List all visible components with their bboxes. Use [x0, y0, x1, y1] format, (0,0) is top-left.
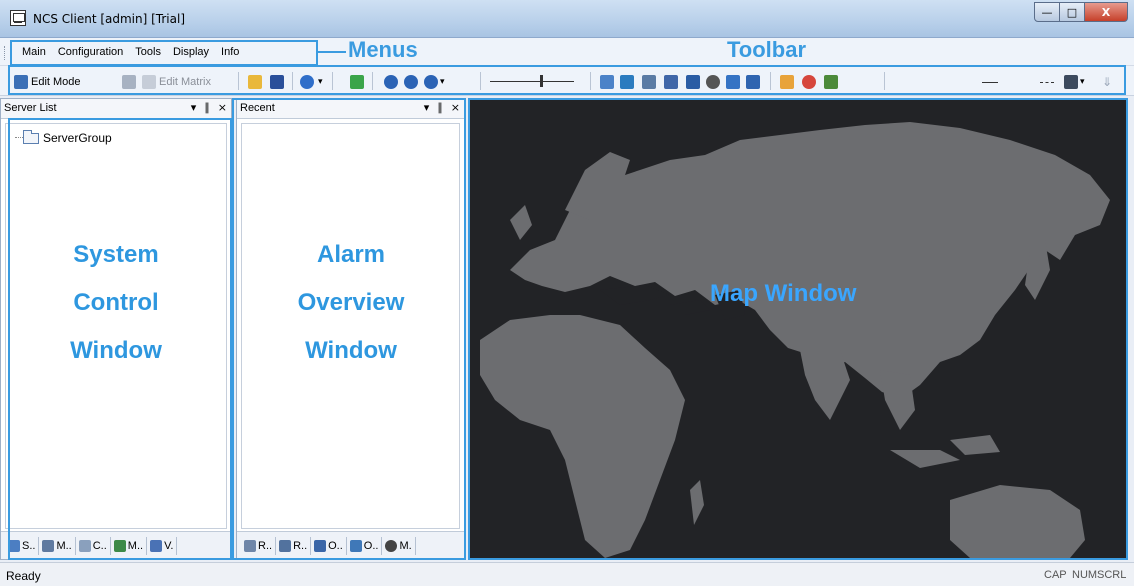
help-icon: [300, 75, 314, 89]
arrow-down-icon: ⇓: [1102, 75, 1113, 89]
shield-button[interactable]: [706, 74, 720, 90]
binoculars-icon: [1064, 75, 1078, 89]
toolbar-separator: [590, 72, 591, 90]
toolbar-separator: [372, 72, 373, 90]
find-dropdown-icon: ▾: [1080, 77, 1085, 87]
alarm-overview-highlight-box: [232, 98, 466, 560]
shield-icon: [706, 75, 720, 89]
scroll-indicator: SCRL: [1097, 569, 1127, 581]
status-text: Ready: [6, 569, 41, 583]
save-button[interactable]: [270, 74, 284, 90]
folder-alarm-button[interactable]: [780, 74, 794, 90]
zoom-in-button[interactable]: [384, 74, 398, 90]
stack-button[interactable]: [686, 74, 700, 90]
toggle-icon: [122, 75, 136, 89]
zoom-in-icon: [384, 75, 398, 89]
toolbar-separator: [332, 72, 333, 90]
edit-mode-icon: [14, 75, 28, 89]
window-title: NCS Client [admin] [Trial]: [33, 12, 186, 26]
route-icon: [600, 75, 614, 89]
toolbar-annotation: Toolbar: [727, 37, 807, 62]
save-icon: [270, 75, 284, 89]
pin-icon[interactable]: ∥: [204, 101, 210, 114]
pointer-icon: [350, 75, 364, 89]
check-shield-button[interactable]: [802, 74, 816, 90]
pointer-button[interactable]: [350, 74, 364, 90]
open-folder-icon: [248, 75, 262, 89]
maximize-button[interactable]: □: [1059, 2, 1085, 22]
toolbar-overflow[interactable]: ▾: [318, 74, 323, 90]
toolbar-separator: [292, 72, 293, 90]
caps-indicator: CAP: [1044, 569, 1067, 581]
world-map: [480, 122, 1110, 558]
approve-button[interactable]: [824, 74, 838, 90]
window-controls: — □ X: [1034, 2, 1128, 24]
menu-grip-icon[interactable]: [4, 46, 7, 60]
edit-mode-label: Edit Mode: [31, 76, 81, 88]
edit-matrix-label: Edit Matrix: [159, 76, 211, 88]
map-window-annotation: Map Window: [710, 280, 857, 307]
server-list-title: Server List: [4, 102, 57, 114]
route-button[interactable]: [600, 74, 614, 90]
status-bar: Ready CAP NUM SCRL: [0, 562, 1134, 586]
toolbar-separator: [238, 72, 239, 90]
toggle-button[interactable]: [122, 74, 136, 90]
stack-icon: [686, 75, 700, 89]
toolbar-spacer-line: [982, 82, 998, 83]
lock-button[interactable]: [746, 74, 760, 90]
lock-icon: [746, 75, 760, 89]
open-button[interactable]: [248, 74, 262, 90]
edit-matrix-icon: [142, 75, 156, 89]
zoom-out-icon: [404, 75, 418, 89]
title-bar: NCS Client [admin] [Trial] — □ X: [0, 0, 1134, 38]
scroll-down-button[interactable]: ⇓: [1102, 74, 1112, 90]
zoom-dropdown-button[interactable]: ▾: [424, 74, 445, 90]
num-indicator: NUM: [1072, 569, 1098, 581]
table-icon: [664, 75, 678, 89]
toolbar-separator: [770, 72, 771, 90]
server-list-controls: ▾ ∥ ×: [191, 101, 227, 114]
app-icon: [10, 10, 26, 26]
approve-icon: [824, 75, 838, 89]
edit-mode-button[interactable]: Edit Mode: [14, 74, 81, 90]
map-window[interactable]: Map Window: [468, 98, 1128, 560]
download-button[interactable]: [726, 74, 740, 90]
toolbar-separator: [884, 72, 885, 90]
zoom-out-button[interactable]: [404, 74, 418, 90]
grid-icon: [642, 75, 656, 89]
menus-highlight-box: [10, 40, 318, 66]
menus-annotation: Menus: [348, 37, 418, 62]
edit-matrix-button[interactable]: Edit Matrix: [142, 74, 211, 90]
dropdown-arrow-icon: ▾: [440, 77, 445, 87]
zoom-dropdown-icon: [424, 75, 438, 89]
chevron-down-icon: ▾: [318, 77, 323, 87]
check-shield-icon: [802, 75, 816, 89]
system-control-highlight-box: [8, 118, 232, 560]
close-icon[interactable]: ×: [218, 101, 227, 114]
menus-callout-line: [318, 51, 346, 53]
table-button[interactable]: [664, 74, 678, 90]
folder-alarm-icon: [780, 75, 794, 89]
minimize-button[interactable]: —: [1034, 2, 1060, 22]
zoom-slider-thumb[interactable]: [540, 75, 543, 87]
download-icon: [726, 75, 740, 89]
server-list-header: Server List ▾ ∥ ×: [1, 99, 231, 119]
zoom-slider[interactable]: [490, 81, 574, 82]
grid-button[interactable]: [642, 74, 656, 90]
dropdown-icon[interactable]: ▾: [191, 101, 197, 114]
find-button[interactable]: ▾: [1064, 74, 1085, 90]
layers-icon: [620, 75, 634, 89]
layers-button[interactable]: [620, 74, 634, 90]
close-button[interactable]: X: [1084, 2, 1128, 22]
toolbar-spacer-dash: [1040, 82, 1054, 83]
help-button[interactable]: [300, 74, 314, 90]
toolbar-separator: [480, 72, 481, 90]
